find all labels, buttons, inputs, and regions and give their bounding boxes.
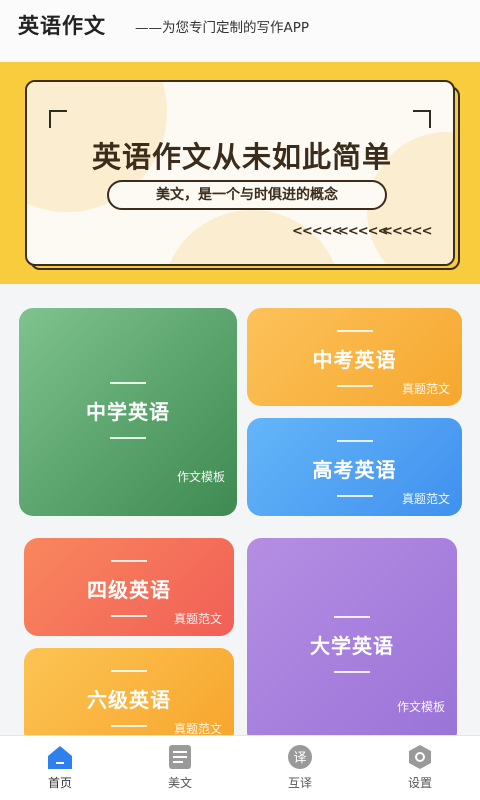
card-subtitle: 真题范文: [401, 492, 450, 506]
tab-settings[interactable]: 设置: [360, 736, 480, 800]
divider: [111, 670, 147, 672]
card-high-school-entrance-english[interactable]: 中考英语 真题范文: [247, 308, 462, 406]
tab-label: 首页: [47, 776, 72, 790]
divider: [336, 330, 373, 332]
tab-translate[interactable]: 译 互译: [240, 736, 360, 800]
card-title: 大学英语: [310, 634, 394, 658]
svg-text:译: 译: [293, 751, 306, 766]
settings-icon: [409, 745, 431, 769]
app-header: 英语作文 ——为您专门定制的写作APP: [0, 0, 480, 62]
divider: [110, 382, 146, 384]
card-title: 六级英语: [87, 688, 171, 712]
banner-tagline: 美文，是一个与时俱进的概念: [107, 180, 387, 210]
app-title: 英语作文: [18, 14, 106, 38]
card-university-english[interactable]: 大学英语 作文模板: [247, 538, 457, 746]
arrows-icon: <<<<<: [382, 224, 432, 239]
card-cet6-english[interactable]: 六级英语 真题范文: [24, 648, 234, 746]
tab-home[interactable]: 首页: [0, 736, 120, 800]
tab-articles[interactable]: 美文: [120, 736, 240, 800]
divider: [111, 615, 147, 617]
banner-headline: 英语作文从未如此简单: [91, 140, 392, 174]
app-slogan: ——为您专门定制的写作APP: [135, 20, 310, 36]
corner-bracket-icon: [49, 110, 67, 128]
divider: [110, 437, 146, 439]
divider: [336, 385, 373, 387]
tab-label: 设置: [407, 776, 432, 790]
home-icon: [48, 746, 72, 769]
card-title: 中考英语: [312, 348, 397, 372]
arrows-icon: <<<<<: [292, 224, 342, 239]
bottom-tab-bar: 首页 美文 译 互译 设置: [0, 735, 480, 800]
card-cet4-english[interactable]: 四级英语 真题范文: [24, 538, 234, 636]
divider: [336, 440, 373, 442]
card-subtitle: 真题范文: [173, 612, 222, 626]
tab-label: 互译: [287, 776, 312, 790]
divider: [336, 495, 373, 497]
tab-label: 美文: [167, 776, 192, 790]
card-title: 四级英语: [87, 578, 171, 602]
divider: [334, 616, 370, 618]
card-subtitle: 作文模板: [176, 470, 225, 484]
divider: [334, 671, 370, 673]
card-subtitle: 作文模板: [396, 700, 445, 714]
card-college-entrance-english[interactable]: 高考英语 真题范文: [247, 418, 462, 516]
card-subtitle: 真题范文: [401, 382, 450, 396]
card-title: 中学英语: [86, 400, 170, 424]
translate-icon: 译: [288, 745, 312, 769]
divider: [111, 725, 147, 727]
divider: [111, 560, 147, 562]
promo-banner[interactable]: 英语作文从未如此简单 美文，是一个与时俱进的概念 <<<<< <<<<< <<<…: [25, 80, 455, 266]
arrows-icon: <<<<<: [338, 224, 388, 239]
corner-bracket-icon: [413, 110, 431, 128]
card-middle-school-english[interactable]: 中学英语 作文模板: [19, 308, 237, 516]
article-icon: [169, 745, 191, 769]
card-title: 高考英语: [312, 458, 397, 482]
